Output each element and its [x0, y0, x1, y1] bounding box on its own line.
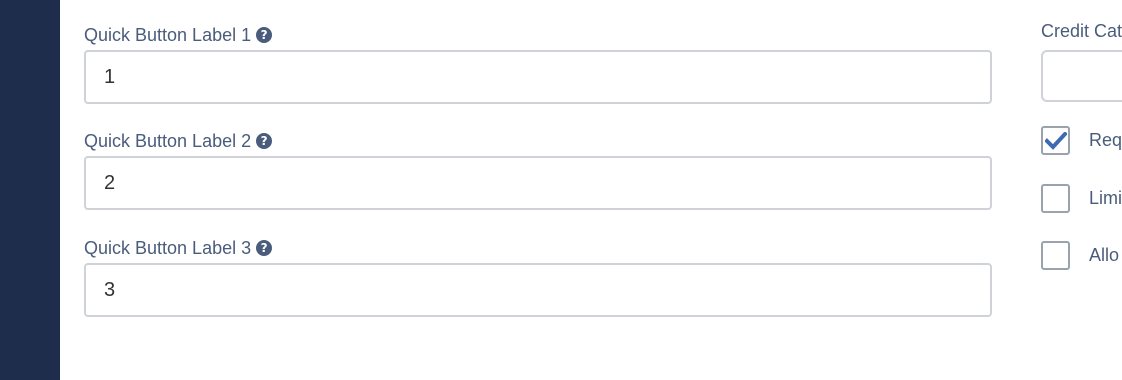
quick-button-label-1-label: Quick Button Label 1 ? [84, 23, 992, 47]
quick-button-label-3-field: Quick Button Label 3 ? [84, 236, 992, 317]
credit-category-input[interactable] [1041, 50, 1122, 102]
checkbox-req[interactable] [1041, 126, 1070, 155]
quick-button-label-1-input[interactable] [84, 50, 992, 104]
help-icon[interactable]: ? [256, 240, 273, 256]
checkbox-row-req[interactable]: Req [1041, 126, 1122, 155]
checkbox-allo[interactable] [1041, 241, 1070, 270]
quick-button-label-3-label: Quick Button Label 3 ? [84, 236, 992, 260]
checkbox-row-limi[interactable]: Limi [1041, 184, 1122, 213]
quick-button-label-3-text: Quick Button Label 3 [84, 238, 252, 258]
quick-button-label-1-field: Quick Button Label 1 ? [84, 23, 992, 104]
right-panel: Credit Cat Req Limi Allo [1041, 0, 1122, 380]
quick-button-label-2-input[interactable] [84, 156, 992, 210]
checkbox-limi[interactable] [1041, 184, 1070, 213]
quick-button-label-2-text: Quick Button Label 2 [84, 131, 252, 151]
quick-button-label-2-field: Quick Button Label 2 ? [84, 129, 992, 210]
help-icon[interactable]: ? [256, 133, 273, 149]
checkbox-req-label: Req [1089, 130, 1122, 150]
quick-button-label-1-text: Quick Button Label 1 [84, 25, 252, 45]
checkbox-allo-label: Allo [1089, 245, 1120, 265]
checkbox-row-allo[interactable]: Allo [1041, 241, 1119, 270]
quick-button-label-2-label: Quick Button Label 2 ? [84, 129, 992, 153]
checkbox-limi-label: Limi [1089, 188, 1122, 208]
sidebar [0, 0, 60, 380]
credit-category-label: Credit Cat [1041, 21, 1122, 41]
help-icon[interactable]: ? [256, 27, 273, 43]
quick-button-label-3-input[interactable] [84, 263, 992, 317]
checkmark-icon [1044, 131, 1067, 150]
